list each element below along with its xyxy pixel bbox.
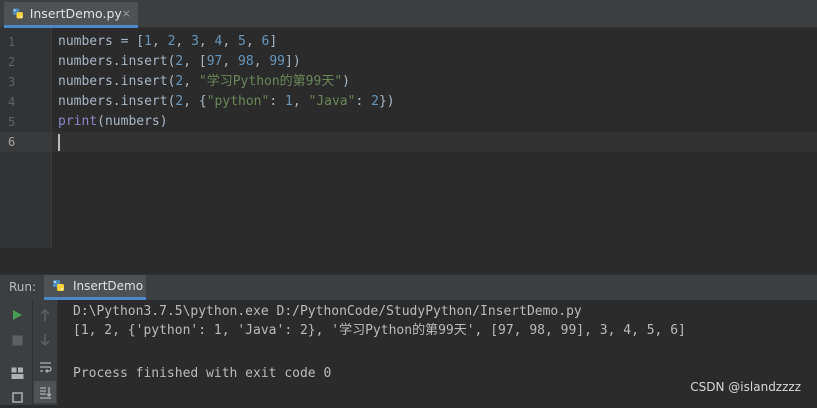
code-token: , {	[183, 94, 207, 109]
stop-icon	[12, 335, 22, 345]
code-token: 97	[206, 54, 223, 69]
text-caret	[58, 134, 60, 151]
run-tab-label: InsertDemo	[73, 279, 144, 293]
line-number: 1	[8, 35, 16, 49]
editor-tab-bar: InsertDemo.py ×	[0, 0, 817, 28]
run-panel-label: Run:	[9, 280, 37, 294]
console-line-exit: Process finished with exit code 0	[73, 366, 332, 381]
code-token: )	[342, 74, 350, 89]
pin-icon	[11, 391, 23, 403]
run-toolbar-secondary	[33, 300, 58, 405]
line-number: 4	[8, 95, 16, 109]
line-number: 5	[8, 115, 16, 129]
watermark: CSDN @islandzzzz	[690, 380, 801, 394]
python-file-icon	[12, 8, 23, 19]
code-token: 1	[285, 94, 293, 109]
rerun-button[interactable]	[6, 304, 28, 326]
code-token: ,	[175, 34, 192, 49]
arrow-down-icon	[40, 333, 50, 346]
down-stack-button[interactable]	[34, 329, 56, 351]
scroll-to-end-button[interactable]	[34, 381, 56, 403]
code-token: print	[58, 114, 98, 129]
console-line-command: D:\Python3.7.5\python.exe D:/PythonCode/…	[73, 304, 582, 319]
line-number: 2	[8, 55, 16, 69]
code-line: numbers.insert(2, {"python": 1, "Java": …	[58, 92, 395, 112]
stop-button[interactable]	[6, 329, 28, 351]
code-token: })	[378, 94, 395, 109]
code-line: print(numbers)	[58, 112, 168, 132]
code-token: ,	[245, 34, 262, 49]
code-token: ,	[222, 34, 239, 49]
code-token: "python"	[206, 94, 270, 109]
code-token: (numbers)	[97, 114, 168, 129]
soft-wrap-button[interactable]	[34, 356, 56, 378]
code-token: ,	[151, 34, 168, 49]
play-icon	[13, 310, 22, 320]
code-token: ,	[183, 74, 199, 89]
code-token: :	[269, 94, 285, 109]
code-token: numbers.insert(	[58, 54, 176, 69]
editor-tab-insertdemo[interactable]: InsertDemo.py ×	[4, 2, 138, 28]
code-token: ,	[253, 54, 270, 69]
soft-wrap-icon	[39, 361, 52, 373]
code-token: ]	[269, 34, 278, 49]
layout-button[interactable]	[6, 362, 28, 384]
code-line: numbers.insert(2, "学习Python的第99天")	[58, 72, 350, 92]
grid-layout-icon	[11, 367, 23, 379]
code-token: 98	[238, 54, 254, 69]
code-token: ])	[285, 54, 301, 69]
code-token: numbers.insert(	[58, 94, 176, 109]
run-tab-insertdemo[interactable]: InsertDemo	[44, 275, 146, 300]
code-token: 99	[269, 54, 285, 69]
code-token: 3	[191, 34, 199, 49]
code-token: numbers.insert(	[58, 74, 176, 89]
current-line-highlight	[52, 132, 817, 152]
code-token: ,	[222, 54, 239, 69]
line-number: 6	[8, 135, 16, 149]
line-number: 3	[8, 75, 16, 89]
code-token: ,	[292, 94, 309, 109]
scroll-to-end-icon	[39, 386, 51, 399]
line-number-gutter: 1 2 3 4 5 6	[0, 28, 52, 248]
code-token: numbers = [	[58, 34, 145, 49]
python-run-config-icon	[53, 280, 64, 291]
code-token: 5	[238, 34, 246, 49]
code-editor[interactable]: 123456 numbers = [1, 2, 3, 4, 5, 6] numbe…	[0, 28, 817, 248]
code-token: :	[355, 94, 372, 109]
code-token: , [	[183, 54, 207, 69]
run-toolbar-primary	[0, 300, 33, 405]
code-token: 2	[371, 94, 379, 109]
code-token: "Java"	[308, 94, 356, 109]
code-token: ,	[198, 34, 215, 49]
code-line: numbers.insert(2, [97, 98, 99])	[58, 52, 301, 72]
up-stack-button[interactable]	[34, 304, 56, 326]
console-line-result: [1, 2, {'python': 1, 'Java': 2}, '学习Pyth…	[73, 323, 686, 338]
code-line: numbers = [1, 2, 3, 4, 5, 6]	[58, 32, 277, 52]
code-token: 1	[144, 34, 152, 49]
editor-tab-label: InsertDemo.py	[29, 6, 122, 21]
code-token: "学习Python的第99天"	[198, 74, 343, 89]
arrow-up-icon	[40, 308, 50, 321]
run-panel-header: Run: InsertDemo	[0, 274, 817, 300]
close-tab-icon[interactable]: ×	[122, 7, 131, 20]
